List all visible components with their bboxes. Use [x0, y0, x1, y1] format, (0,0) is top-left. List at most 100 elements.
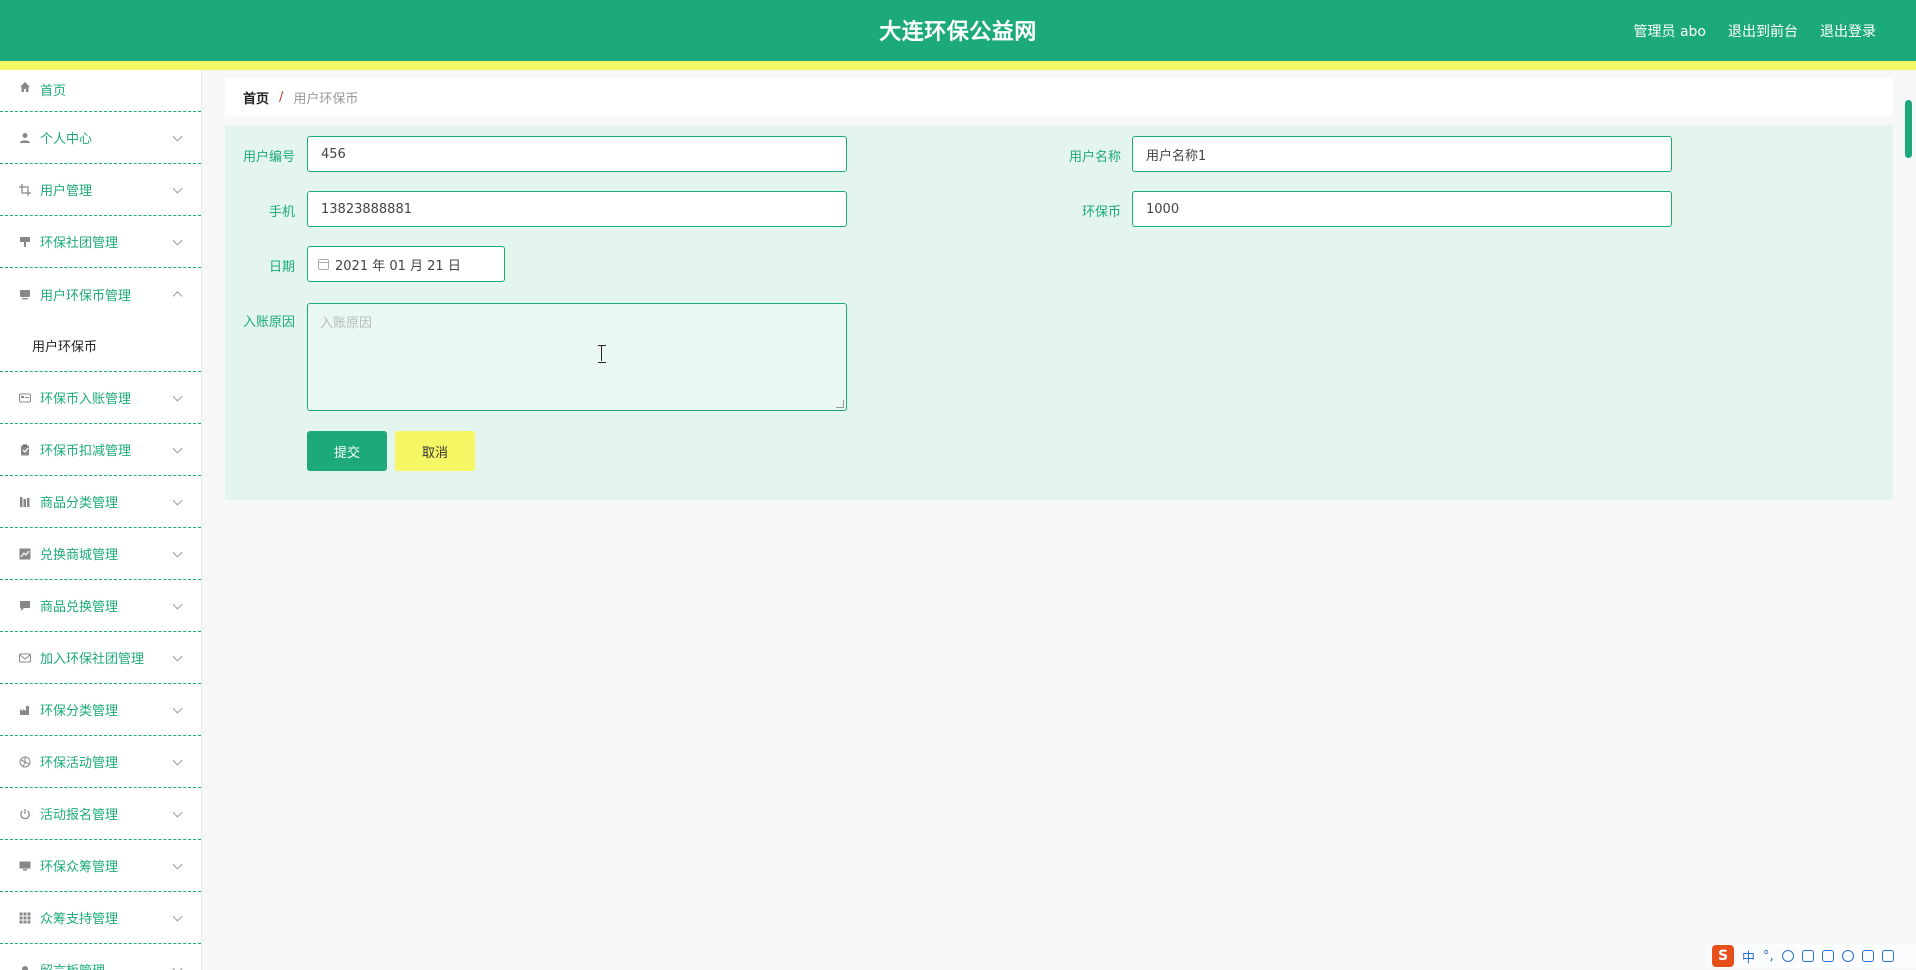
user-no-label: 用户编号 — [242, 150, 295, 165]
sidebar-subitem-user-coins[interactable]: 用户环保币 — [0, 320, 201, 372]
grid-menu-icon[interactable] — [1881, 950, 1894, 962]
sidebar-item-label: 环保币入账管理 — [40, 392, 132, 407]
page-scrollbar[interactable] — [1905, 72, 1913, 970]
ime-mode[interactable]: 中 — [1742, 947, 1755, 966]
chevron-down-icon — [172, 911, 183, 922]
sidebar-item-message-board[interactable]: 留言板管理 — [0, 944, 201, 970]
date-picker[interactable]: 2021 年 01 月 21 日 — [307, 246, 505, 282]
back-to-front-link[interactable]: 退出到前台 — [1728, 21, 1798, 41]
coin-field[interactable]: 1000 — [1132, 191, 1672, 227]
sidebar-item-exchange-mall[interactable]: 兑换商城管理 — [0, 528, 201, 580]
sidebar-item-label: 环保众筹管理 — [40, 860, 119, 875]
sidebar-item-label: 商品兑换管理 — [40, 600, 119, 615]
chevron-down-icon — [172, 495, 183, 506]
scrollbar-thumb[interactable] — [1905, 100, 1912, 158]
chevron-down-icon — [172, 963, 183, 970]
microphone-icon[interactable] — [1801, 950, 1814, 962]
sidebar-item-label: 个人中心 — [40, 132, 93, 147]
sidebar: 首页 个人中心 用户管理 环保社团管理 用户环保币管理 用户环保币 环保币入账管… — [0, 70, 202, 970]
submit-button[interactable]: 提交 — [307, 431, 387, 471]
user-icon[interactable] — [1841, 950, 1854, 962]
sidebar-item-goods-category[interactable]: 商品分类管理 — [0, 476, 201, 528]
site-title: 大连环保公益网 — [879, 20, 1037, 45]
emoji-icon[interactable] — [1781, 950, 1794, 962]
reason-textarea[interactable]: 入账原因 — [307, 303, 847, 411]
admin-user-label: 管理员 abo — [1633, 24, 1706, 40]
card-icon — [18, 391, 32, 405]
cancel-button[interactable]: 取消 — [395, 431, 475, 471]
date-label: 日期 — [268, 260, 295, 275]
sidebar-item-label: 留言板管理 — [40, 960, 105, 970]
chevron-up-icon — [172, 291, 183, 302]
top-header: 大连环保公益网 管理员 abo 退出到前台 退出登录 — [0, 0, 1916, 61]
text-cursor-icon — [598, 345, 606, 363]
breadcrumb-home[interactable]: 首页 — [243, 88, 269, 107]
reason-placeholder: 入账原因 — [320, 316, 373, 331]
monitor-icon — [18, 859, 32, 873]
pin-icon — [18, 963, 32, 970]
power-icon — [18, 807, 32, 821]
chevron-down-icon — [172, 651, 183, 662]
sidebar-item-activity-signup[interactable]: 活动报名管理 — [0, 788, 201, 840]
header-links: 管理员 abo 退出到前台 退出登录 — [1634, 21, 1876, 41]
crop-icon — [18, 183, 32, 197]
sidebar-item-label: 活动报名管理 — [40, 808, 119, 823]
sidebar-item-users[interactable]: 用户管理 — [0, 164, 201, 216]
chevron-down-icon — [172, 443, 183, 454]
ime-toolbar: S 中 °, — [1706, 944, 1916, 968]
sidebar-item-coin-income[interactable]: 环保币入账管理 — [0, 372, 201, 424]
chevron-down-icon — [172, 859, 183, 870]
chevron-down-icon — [172, 183, 183, 194]
chevron-down-icon — [172, 235, 183, 246]
coin-label: 环保币 — [1081, 205, 1121, 220]
sidebar-item-label: 商品分类管理 — [40, 496, 119, 511]
sidebar-item-eco-category[interactable]: 环保分类管理 — [0, 684, 201, 736]
user-name-field[interactable]: 用户名称1 — [1132, 136, 1672, 172]
message-icon — [18, 599, 32, 613]
header-stripe — [0, 61, 1916, 70]
breadcrumb-separator: / — [279, 89, 284, 105]
sidebar-item-label: 用户管理 — [40, 184, 93, 199]
grid-icon — [18, 911, 32, 925]
chevron-down-icon — [172, 599, 183, 610]
coin-form-panel: 用户编号 456 用户名称 用户名称1 手机 13823888881 环保币 1… — [225, 125, 1893, 500]
breadcrumb: 首页 / 用户环保币 — [225, 78, 1893, 116]
sidebar-item-label: 众筹支持管理 — [40, 912, 119, 927]
logout-link[interactable]: 退出登录 — [1820, 21, 1876, 41]
sidebar-item-goods-exchange[interactable]: 商品兑换管理 — [0, 580, 201, 632]
phone-field[interactable]: 13823888881 — [307, 191, 847, 227]
ime-logo-icon[interactable]: S — [1712, 945, 1734, 967]
shirt-icon[interactable] — [1861, 950, 1874, 962]
phone-label: 手机 — [268, 205, 295, 220]
keyboard-icon[interactable] — [1821, 950, 1834, 962]
user-icon — [18, 131, 32, 145]
sidebar-item-label: 环保社团管理 — [40, 236, 119, 251]
sidebar-item-label: 环保币扣减管理 — [40, 444, 132, 459]
sidebar-item-label: 环保分类管理 — [40, 704, 119, 719]
sidebar-item-eco-club[interactable]: 环保社团管理 — [0, 216, 201, 268]
factory-icon — [18, 703, 32, 717]
sidebar-item-home[interactable]: 首页 — [0, 70, 201, 112]
aperture-icon — [18, 755, 32, 769]
user-no-field[interactable]: 456 — [307, 136, 847, 172]
breadcrumb-current: 用户环保币 — [293, 91, 359, 107]
brush-icon — [18, 235, 32, 249]
chevron-down-icon — [172, 807, 183, 818]
sidebar-item-user-coins[interactable]: 用户环保币管理 — [0, 268, 201, 320]
ime-punctuation[interactable]: °, — [1763, 949, 1774, 964]
sidebar-item-label: 环保活动管理 — [40, 756, 119, 771]
sidebar-item-profile[interactable]: 个人中心 — [0, 112, 201, 164]
resize-grip-icon[interactable] — [836, 400, 844, 408]
sidebar-item-crowdfund-support[interactable]: 众筹支持管理 — [0, 892, 201, 944]
clipboard-icon — [18, 443, 32, 457]
sidebar-item-eco-activity[interactable]: 环保活动管理 — [0, 736, 201, 788]
chevron-down-icon — [172, 703, 183, 714]
sidebar-item-label: 首页 — [40, 84, 67, 99]
chart-icon — [18, 547, 32, 561]
sidebar-item-label: 兑换商城管理 — [40, 548, 119, 563]
screen-icon — [18, 287, 32, 301]
sidebar-item-coin-deduct[interactable]: 环保币扣减管理 — [0, 424, 201, 476]
chevron-down-icon — [172, 755, 183, 766]
sidebar-item-crowdfunding[interactable]: 环保众筹管理 — [0, 840, 201, 892]
sidebar-item-join-club[interactable]: 加入环保社团管理 — [0, 632, 201, 684]
